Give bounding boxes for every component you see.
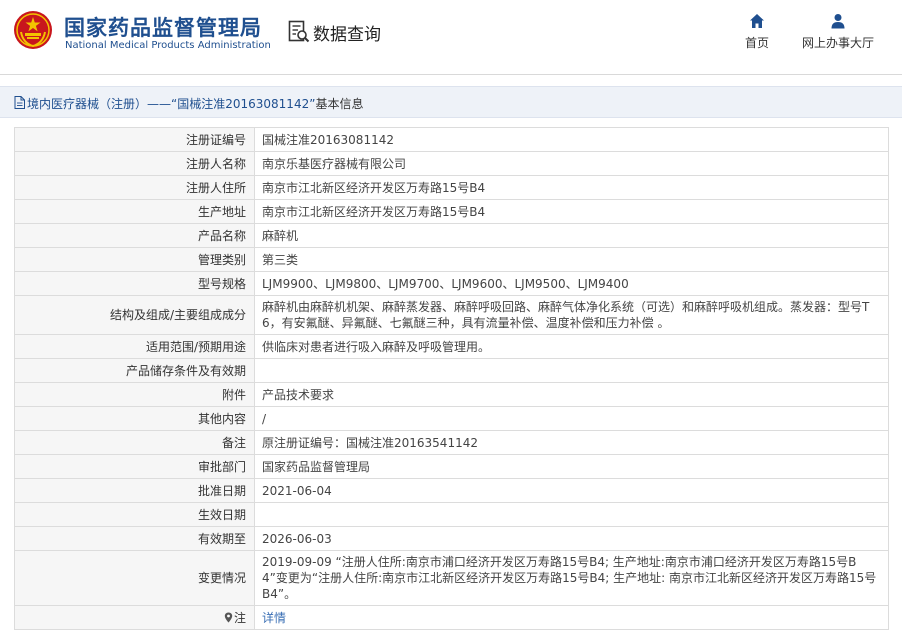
field-value: 国械注准20163081142 [254, 127, 889, 152]
table-row: 注册人住所 南京市江北新区经济开发区万寿路15号B4 [14, 175, 889, 200]
note-label: 注 [233, 610, 246, 625]
field-value: 南京市江北新区经济开发区万寿路15号B4 [254, 175, 889, 200]
field-value: 第三类 [254, 247, 889, 272]
field-value: 2026-06-03 [254, 526, 889, 551]
table-row: 型号规格 LJM9900、LJM9800、LJM9700、LJM9600、LJM9… [14, 271, 889, 296]
note-value-cell: 详情 [254, 605, 889, 630]
breadcrumb-registration: “国械注准20163081142” [171, 97, 316, 111]
nav-home-label: 首页 [744, 36, 769, 50]
field-value: 原注册证编号：国械注准20163541142 [254, 430, 889, 455]
field-label: 备注 [14, 430, 255, 455]
detail-table: 注册证编号 国械注准20163081142 注册人名称 南京乐基医疗器械有限公司 注册人… [14, 127, 889, 630]
table-row: 其他内容 / [14, 406, 889, 431]
breadcrumb-separator: —— [147, 97, 172, 111]
field-value: 南京乐基医疗器械有限公司 [254, 151, 889, 176]
table-row: 备注 原注册证编号：国械注准20163541142 [14, 430, 889, 455]
field-label: 注册人名称 [14, 151, 255, 176]
nav-online-service-hall[interactable]: 网上办事大厅 [798, 13, 878, 51]
field-value: 国家药品监督管理局 [254, 454, 889, 479]
field-label: 注册人住所 [14, 175, 255, 200]
field-label: 管理类别 [14, 247, 255, 272]
field-label: 生效日期 [14, 502, 255, 527]
table-row: 批准日期 2021-06-04 [14, 478, 889, 503]
field-value [254, 502, 889, 527]
breadcrumb-category-link[interactable]: 境内医疗器械（注册） [27, 97, 147, 111]
user-icon [831, 14, 845, 29]
field-label: 产品名称 [14, 223, 255, 248]
brand-name-en: National Medical Products Administration [65, 40, 271, 51]
table-row: 适用范围/预期用途 供临床对患者进行吸入麻醉及呼吸管理用。 [14, 334, 889, 359]
field-value: 2019-09-09 “注册人住所:南京市浦口经济开发区万寿路15号B4; 生产… [254, 550, 889, 606]
table-row: 注册人名称 南京乐基医疗器械有限公司 [14, 151, 889, 176]
page-title: 数据查询 [313, 25, 381, 45]
table-row: 生效日期 [14, 502, 889, 527]
brand-name-cn: 国家药品监督管理局 [64, 16, 262, 40]
field-label: 产品储存条件及有效期 [14, 358, 255, 383]
table-row: 注册证编号 国械注准20163081142 [14, 127, 889, 152]
home-icon [750, 14, 764, 28]
field-value: 南京市江北新区经济开发区万寿路15号B4 [254, 199, 889, 224]
site-header: 国家药品监督管理局 National Medical Products Admi… [0, 0, 902, 74]
field-value: 2021-06-04 [254, 478, 889, 503]
field-value: 麻醉机由麻醉机机架、麻醉蒸发器、麻醉呼吸回路、麻醉气体净化系统（可选）和麻醉呼吸… [254, 295, 889, 335]
data-query-icon [288, 20, 310, 43]
table-row: 附件 产品技术要求 [14, 382, 889, 407]
field-label: 型号规格 [14, 271, 255, 296]
field-label: 生产地址 [14, 199, 255, 224]
field-label: 结构及组成/主要组成成分 [14, 295, 255, 335]
field-value [254, 358, 889, 383]
field-label: 附件 [14, 382, 255, 407]
nav-home[interactable]: 首页 [738, 13, 776, 51]
note-label-cell: 注 [14, 605, 255, 630]
nav-online-service-hall-label: 网上办事大厅 [801, 36, 874, 50]
field-label: 注册证编号 [14, 127, 255, 152]
table-row: 产品储存条件及有效期 [14, 358, 889, 383]
table-row-note: 注 详情 [14, 605, 889, 630]
field-label: 批准日期 [14, 478, 255, 503]
field-value: LJM9900、LJM9800、LJM9700、LJM9600、LJM9500、… [254, 271, 889, 296]
table-row: 有效期至 2026-06-03 [14, 526, 889, 551]
table-row: 管理类别 第三类 [14, 247, 889, 272]
details-link[interactable]: 详情 [262, 611, 286, 625]
field-value: / [254, 406, 889, 431]
info-icon [224, 612, 233, 622]
table-row: 变更情况 2019-09-09 “注册人住所:南京市浦口经济开发区万寿路15号B4… [14, 550, 889, 606]
national-emblem-icon [14, 11, 52, 49]
breadcrumb: 境内医疗器械（注册）——“国械注准20163081142”基本信息 [0, 86, 902, 118]
table-row: 审批部门 国家药品监督管理局 [14, 454, 889, 479]
field-label: 审批部门 [14, 454, 255, 479]
field-label: 其他内容 [14, 406, 255, 431]
field-value: 供临床对患者进行吸入麻醉及呼吸管理用。 [254, 334, 889, 359]
field-label: 有效期至 [14, 526, 255, 551]
table-row: 产品名称 麻醉机 [14, 223, 889, 248]
breadcrumb-suffix: 基本信息 [315, 97, 364, 111]
table-row: 生产地址 南京市江北新区经济开发区万寿路15号B4 [14, 199, 889, 224]
field-label: 适用范围/预期用途 [14, 334, 255, 359]
field-label: 变更情况 [14, 550, 255, 606]
field-value: 产品技术要求 [254, 382, 889, 407]
document-icon [14, 96, 25, 109]
table-row: 结构及组成/主要组成成分 麻醉机由麻醉机机架、麻醉蒸发器、麻醉呼吸回路、麻醉气体净… [14, 295, 889, 335]
header-divider [0, 74, 902, 75]
field-value: 麻醉机 [254, 223, 889, 248]
